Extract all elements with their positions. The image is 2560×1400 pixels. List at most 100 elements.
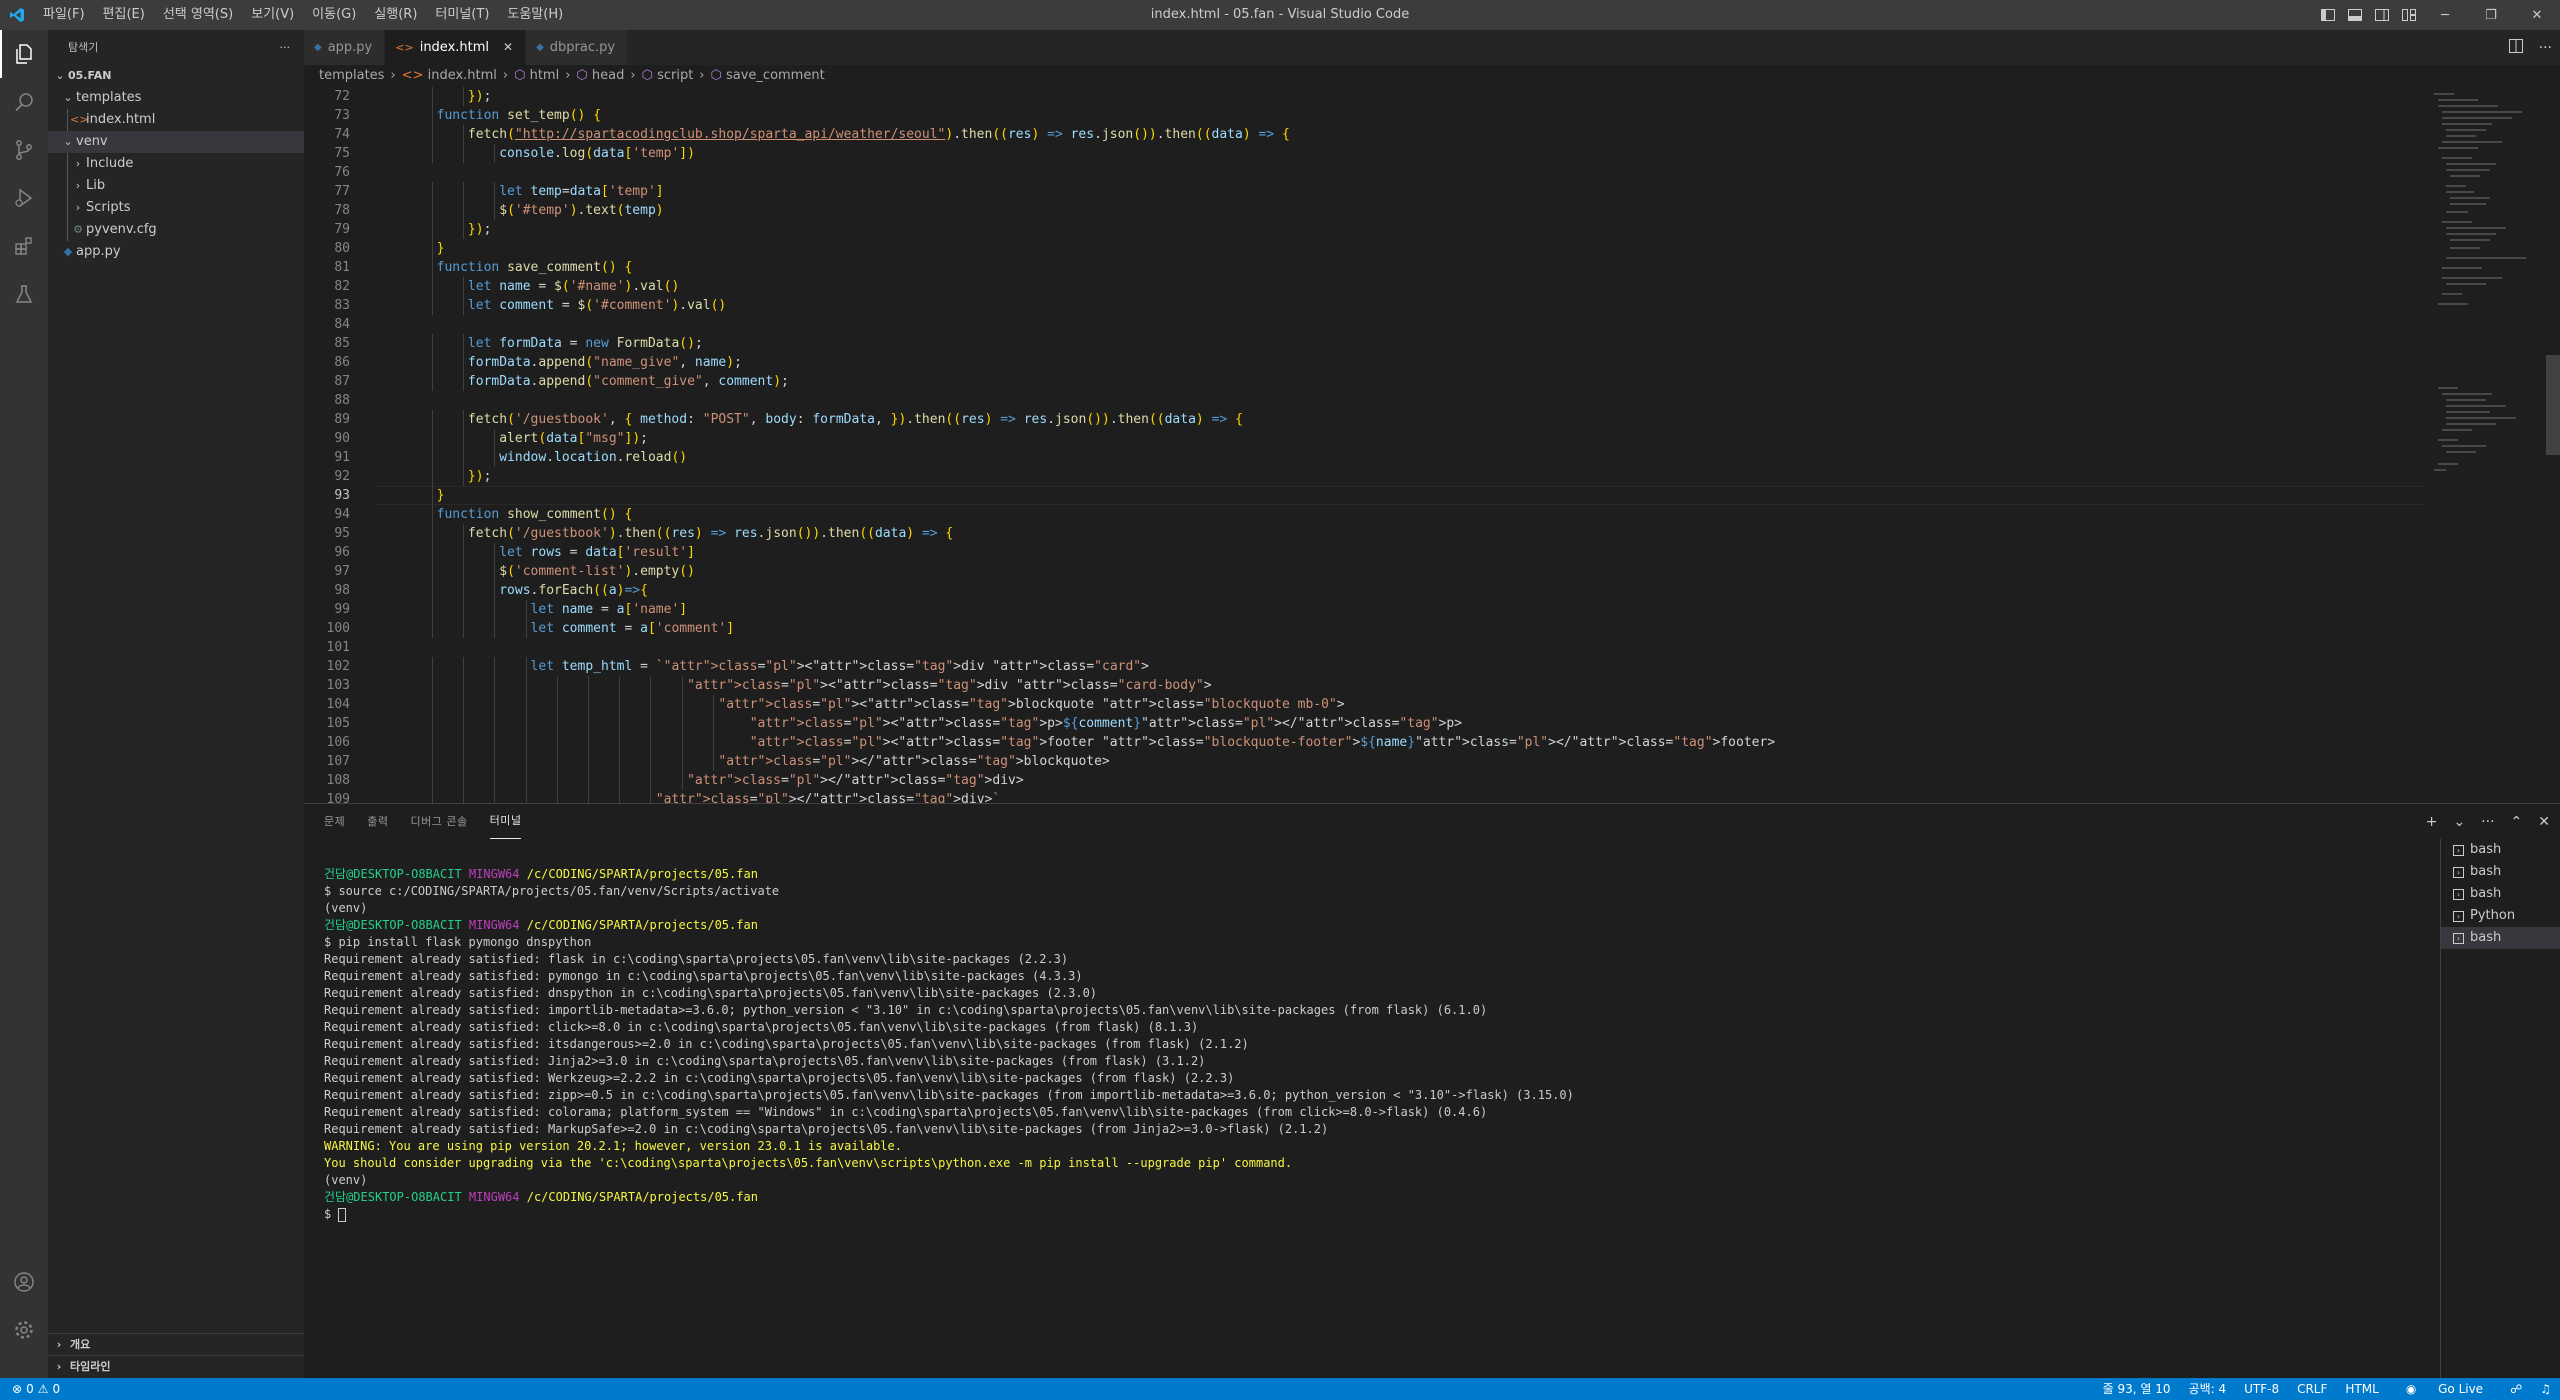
code-line[interactable]: 98 rows.forEach((a)=>{: [304, 581, 2424, 600]
feedback-icon[interactable]: ☍: [2501, 1378, 2531, 1400]
editor-scrollbar-thumb[interactable]: [2546, 355, 2560, 455]
breadcrumb-item[interactable]: index.html: [428, 68, 497, 83]
code-line[interactable]: 109 "attr">class="pl"></"attr">class="ta…: [304, 790, 2424, 803]
toggle-secondary-sidebar-icon[interactable]: [2368, 0, 2395, 30]
close-icon[interactable]: ✕: [2514, 0, 2560, 30]
tree-file-index-html[interactable]: <>index.html: [48, 109, 304, 131]
code-line[interactable]: 80 }: [304, 239, 2424, 258]
explorer-icon[interactable]: [0, 30, 48, 78]
code-line[interactable]: 102 let temp_html = `"attr">class="pl"><…: [304, 657, 2424, 676]
language-mode[interactable]: HTML: [2336, 1378, 2387, 1400]
code-line[interactable]: 78 $('#temp').text(temp): [304, 201, 2424, 220]
code-line[interactable]: 108 "attr">class="pl"></"attr">class="ta…: [304, 771, 2424, 790]
outline-section[interactable]: › 개요: [48, 1333, 304, 1355]
terminal-instance[interactable]: › bash: [2441, 861, 2560, 883]
tree-file-pyvenv-cfg[interactable]: ⚙ pyvenv.cfg: [48, 219, 304, 241]
indentation[interactable]: 공백: 4: [2180, 1378, 2236, 1400]
code-line[interactable]: 105 "attr">class="pl"><"attr">class="tag…: [304, 714, 2424, 733]
code-line[interactable]: 106 "attr">class="pl"><"attr">class="tag…: [304, 733, 2424, 752]
line-ending[interactable]: CRLF: [2288, 1378, 2336, 1400]
code-editor[interactable]: 72 }); 73 function set_temp() {74 fetch("…: [304, 87, 2424, 803]
menu-item[interactable]: 실행(R): [365, 0, 426, 30]
toggle-panel-icon[interactable]: [2341, 0, 2368, 30]
breadcrumb-item[interactable]: html: [530, 68, 560, 83]
terminal-instance[interactable]: › Python: [2441, 905, 2560, 927]
tree-file-app-py[interactable]: ◆ app.py: [48, 241, 304, 263]
go-live-button[interactable]: ◉ Go Live: [2388, 1378, 2501, 1400]
tab-terminal[interactable]: 터미널: [489, 804, 522, 839]
tree-root[interactable]: ⌄ 05.FAN: [48, 65, 304, 87]
extensions-icon[interactable]: [0, 222, 48, 270]
split-editor-icon[interactable]: [2508, 38, 2523, 57]
code-line[interactable]: 79 });: [304, 220, 2424, 239]
terminal-instance[interactable]: › bash: [2441, 883, 2560, 905]
chevron-down-icon[interactable]: ⌄: [2453, 814, 2465, 830]
tree-folder-scripts[interactable]: › Scripts: [48, 197, 304, 219]
more-actions-icon[interactable]: ···: [2481, 814, 2494, 830]
source-control-icon[interactable]: [0, 126, 48, 174]
code-line[interactable]: 100 let comment = a['comment']: [304, 619, 2424, 638]
tree-folder-templates[interactable]: ⌄ templates: [48, 87, 304, 109]
testing-flask-icon[interactable]: [0, 270, 48, 318]
menu-item[interactable]: 편집(E): [94, 0, 154, 30]
code-line[interactable]: 96 let rows = data['result']: [304, 543, 2424, 562]
timeline-section[interactable]: › 타임라인: [48, 1355, 304, 1377]
maximize-panel-icon[interactable]: ⌃: [2511, 814, 2523, 830]
tab-output[interactable]: 출력: [367, 804, 388, 839]
encoding[interactable]: UTF-8: [2235, 1378, 2288, 1400]
code-line[interactable]: 73 function set_temp() {: [304, 106, 2424, 125]
code-line[interactable]: 93 }: [304, 486, 2424, 505]
problems-status[interactable]: ⊗ 0 ⚠ 0: [0, 1382, 60, 1396]
terminal-instance[interactable]: › bash: [2441, 927, 2560, 949]
more-actions-icon[interactable]: ···: [2539, 40, 2552, 56]
code-line[interactable]: 76: [304, 163, 2424, 182]
menu-item[interactable]: 파일(F): [34, 0, 94, 30]
code-line[interactable]: 72 });: [304, 87, 2424, 106]
tab-app-py[interactable]: ◆ app.py: [304, 30, 386, 65]
menu-item[interactable]: 이동(G): [303, 0, 365, 30]
tab-problems[interactable]: 문제: [324, 804, 345, 839]
terminal-output[interactable]: 건담@DESKTOP-O8BACIT MINGW64 /c/CODING/SPA…: [324, 866, 2434, 1376]
notifications-bell-icon[interactable]: ♫: [2531, 1378, 2560, 1400]
code-line[interactable]: 89 fetch('/guestbook', { method: "POST",…: [304, 410, 2424, 429]
breadcrumb-item[interactable]: save_comment: [726, 68, 825, 83]
menu-item[interactable]: 도움말(H): [498, 0, 572, 30]
code-line[interactable]: 101: [304, 638, 2424, 657]
code-line[interactable]: 104 "attr">class="pl"><"attr">class="tag…: [304, 695, 2424, 714]
tree-folder-lib[interactable]: › Lib: [48, 175, 304, 197]
code-line[interactable]: 103 "attr">class="pl"><"attr">class="tag…: [304, 676, 2424, 695]
toggle-sidebar-icon[interactable]: [2314, 0, 2341, 30]
minimap[interactable]: [2430, 87, 2546, 803]
settings-gear-icon[interactable]: [0, 1306, 48, 1354]
code-line[interactable]: 81 function save_comment() {: [304, 258, 2424, 277]
close-tab-icon[interactable]: ✕: [503, 30, 513, 65]
code-line[interactable]: 90 alert(data["msg"]);: [304, 429, 2424, 448]
code-line[interactable]: 77 let temp=data['temp']: [304, 182, 2424, 201]
code-line[interactable]: 91 window.location.reload(): [304, 448, 2424, 467]
code-line[interactable]: 107 "attr">class="pl"></"attr">class="ta…: [304, 752, 2424, 771]
tree-folder-venv[interactable]: ⌄ venv: [48, 131, 304, 153]
tree-folder-include[interactable]: › Include: [48, 153, 304, 175]
code-line[interactable]: 82 let name = $('#name').val(): [304, 277, 2424, 296]
cursor-position[interactable]: 줄 93, 열 10: [2094, 1378, 2180, 1400]
code-line[interactable]: 75 console.log(data['temp']): [304, 144, 2424, 163]
code-line[interactable]: 74 fetch("http://spartacodingclub.shop/s…: [304, 125, 2424, 144]
search-icon[interactable]: [0, 78, 48, 126]
breadcrumb-item[interactable]: templates: [319, 68, 384, 83]
code-line[interactable]: 92 });: [304, 467, 2424, 486]
breadcrumb-item[interactable]: head: [592, 68, 624, 83]
code-line[interactable]: 84: [304, 315, 2424, 334]
more-actions-icon[interactable]: ···: [280, 30, 291, 65]
tab-dbprac-py[interactable]: ◆ dbprac.py: [526, 30, 629, 65]
menu-item[interactable]: 선택 영역(S): [154, 0, 242, 30]
close-panel-icon[interactable]: ✕: [2538, 814, 2550, 830]
code-line[interactable]: 83 let comment = $('#comment').val(): [304, 296, 2424, 315]
account-icon[interactable]: [0, 1258, 48, 1306]
code-line[interactable]: 99 let name = a['name']: [304, 600, 2424, 619]
code-line[interactable]: 87 formData.append("comment_give", comme…: [304, 372, 2424, 391]
restore-icon[interactable]: ❐: [2468, 0, 2514, 30]
code-line[interactable]: 86 formData.append("name_give", name);: [304, 353, 2424, 372]
code-line[interactable]: 85 let formData = new FormData();: [304, 334, 2424, 353]
terminal-instance[interactable]: › bash: [2441, 839, 2560, 861]
minimize-icon[interactable]: ─: [2422, 0, 2468, 30]
